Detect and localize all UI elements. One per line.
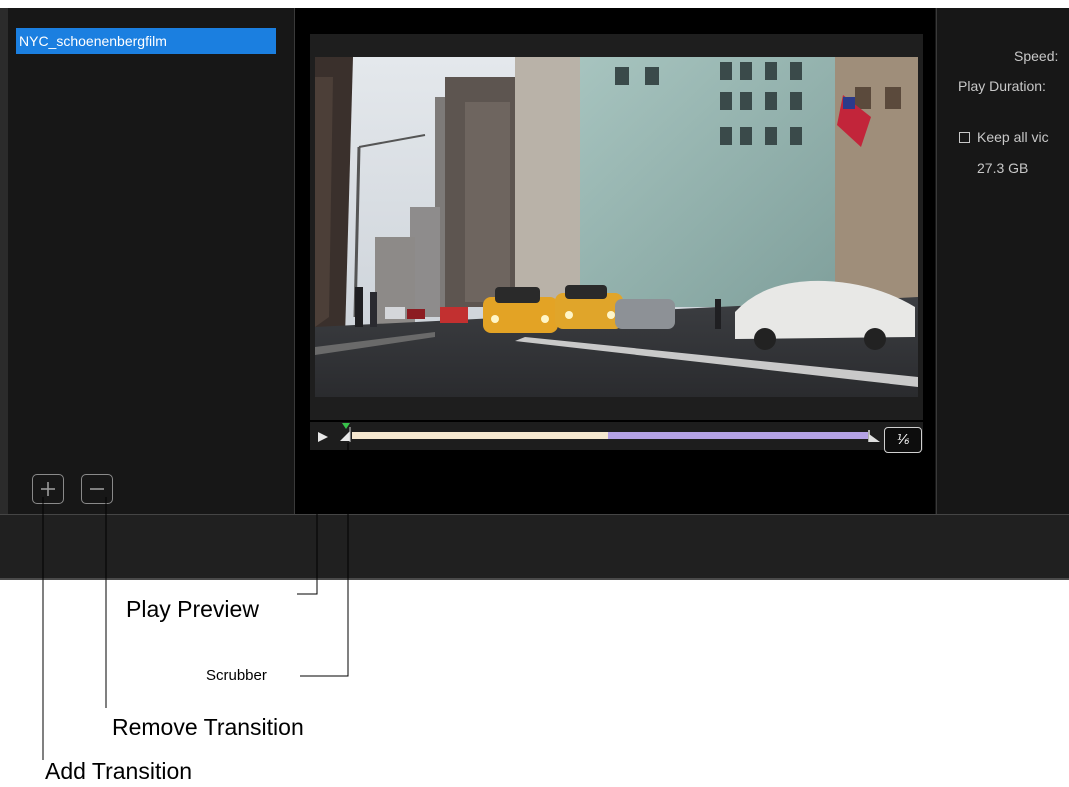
- aspect-ratio-button[interactable]: ⅙: [884, 427, 922, 453]
- app-window: NYC_schoenenbergfilm ⅙ Speed: Play Durat…: [0, 0, 1069, 580]
- remove-transition-button[interactable]: [81, 474, 113, 504]
- window-bottom-edge: [0, 578, 1069, 580]
- window-left-edge: [0, 8, 8, 578]
- add-transition-annotation: Add Transition: [45, 758, 193, 784]
- window-top-edge: [0, 0, 1069, 8]
- scrubber-track-first[interactable]: [352, 432, 608, 439]
- scrubber-annotation: Scrubber: [206, 667, 267, 684]
- minus-icon: [90, 488, 104, 490]
- plus-icon: [41, 482, 55, 496]
- video-preview-image: [315, 57, 918, 397]
- play-icon[interactable]: [316, 430, 330, 444]
- speed-label: Speed:: [1014, 48, 1059, 64]
- scrubber-handle[interactable]: [338, 421, 354, 443]
- play-preview-annotation: Play Preview: [126, 596, 259, 622]
- remove-transition-annotation: Remove Transition: [112, 714, 304, 740]
- end-marker-icon[interactable]: [866, 428, 884, 444]
- storage-size-text: 27.3 GB: [977, 160, 1029, 176]
- keep-all-checkbox[interactable]: [959, 132, 970, 143]
- play-duration-label: Play Duration:: [958, 78, 1046, 94]
- scrubber-track-second[interactable]: [608, 432, 868, 439]
- bottom-timeline-band: [0, 514, 1069, 579]
- keep-all-label: Keep all vic: [977, 129, 1049, 145]
- clip-list-item[interactable]: NYC_schoenenbergfilm: [16, 28, 276, 54]
- video-frame-bottom: [310, 397, 923, 420]
- clip-list-panel: NYC_schoenenbergfilm: [8, 8, 295, 514]
- add-transition-button[interactable]: [32, 474, 64, 504]
